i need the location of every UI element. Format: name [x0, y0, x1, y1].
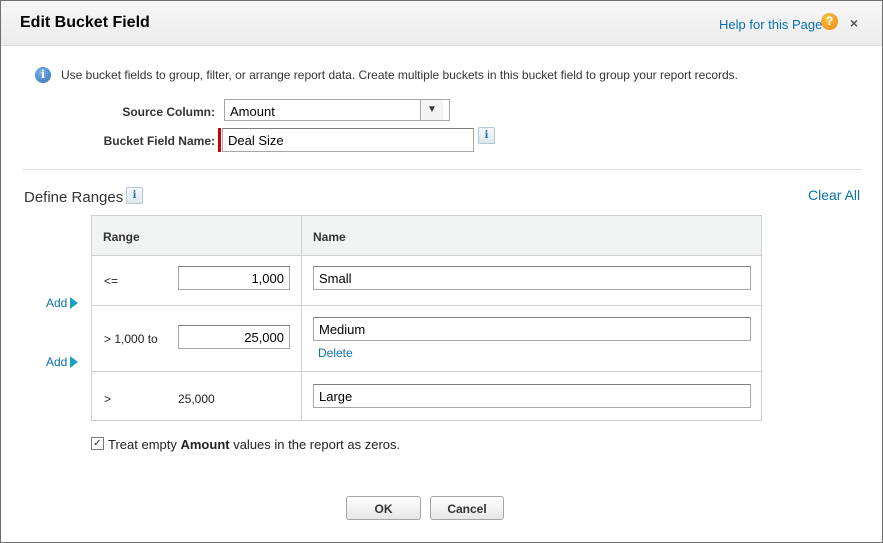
column-divider [301, 216, 302, 421]
add-range-link-1[interactable]: Add [46, 296, 67, 310]
row-divider [92, 371, 761, 372]
bucket-field-name-input[interactable] [222, 128, 474, 152]
define-ranges-title: Define Ranges [24, 189, 124, 206]
source-column-value: Amount [230, 104, 275, 119]
edit-bucket-field-dialog: Edit Bucket Field Help for this Page ? ×… [0, 0, 883, 543]
dialog-title: Edit Bucket Field [20, 14, 150, 31]
close-icon[interactable]: × [846, 15, 862, 31]
add-arrow-icon[interactable] [70, 297, 78, 309]
cancel-button[interactable]: Cancel [430, 496, 504, 520]
add-range-link-2[interactable]: Add [46, 355, 67, 369]
range-value-input-1[interactable] [178, 266, 290, 290]
clear-all-link[interactable]: Clear All [808, 187, 860, 203]
define-ranges-info-icon[interactable]: i [126, 187, 143, 204]
range-value-input-2[interactable] [178, 325, 290, 349]
range-operator-2: > 1,000 to [104, 332, 158, 346]
bucket-name-info-icon[interactable]: i [478, 127, 495, 144]
ok-button[interactable]: OK [346, 496, 421, 520]
treat-empty-as-zero-checkbox[interactable]: ✓ [91, 437, 104, 450]
range-column-header: Range [92, 216, 301, 256]
treat-empty-as-zero-label: Treat empty Amount values in the report … [108, 437, 401, 452]
name-column-header: Name [302, 216, 761, 256]
divider [23, 169, 862, 170]
help-for-this-page-link[interactable]: Help for this Page [719, 17, 822, 32]
info-icon: i [35, 67, 51, 83]
dialog-header: Edit Bucket Field Help for this Page ? × [1, 1, 882, 46]
delete-bucket-link[interactable]: Delete [318, 346, 353, 360]
bucket-field-name-label: Bucket Field Name: [103, 134, 215, 148]
add-arrow-icon[interactable] [70, 356, 78, 368]
help-question-icon[interactable]: ? [821, 13, 838, 30]
range-value-3: 25,000 [178, 392, 215, 406]
chevron-down-icon[interactable]: ▼ [420, 100, 443, 120]
required-indicator [218, 128, 221, 152]
source-column-label: Source Column: [122, 105, 215, 119]
source-column-select[interactable]: Amount ▼ [224, 99, 450, 121]
bucket-name-input-2[interactable] [313, 317, 751, 341]
bucket-name-input-3[interactable] [313, 384, 751, 408]
row-divider [92, 305, 761, 306]
bucket-name-input-1[interactable] [313, 266, 751, 290]
info-description: Use bucket fields to group, filter, or a… [61, 68, 739, 82]
range-operator-3: > [104, 392, 112, 406]
range-operator-1: <= [104, 274, 119, 288]
